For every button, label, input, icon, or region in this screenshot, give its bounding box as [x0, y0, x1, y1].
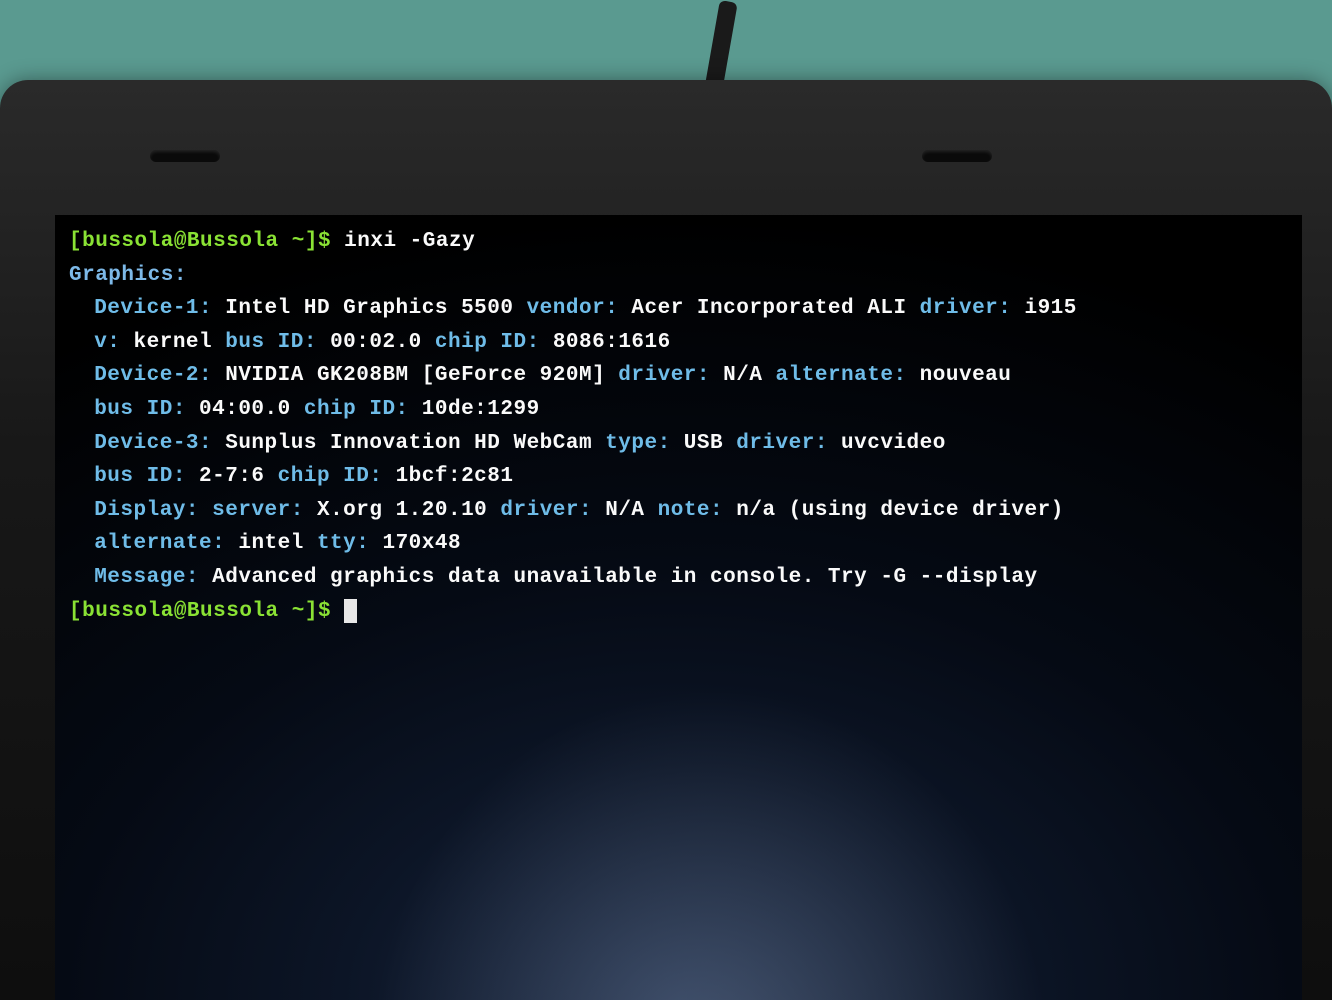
prompt2-path: ~: [279, 600, 305, 623]
v-value: kernel: [120, 331, 225, 354]
terminal-screen[interactable]: [bussola@Bussola ~]$ inxi -Gazy Graphics…: [55, 215, 1302, 1000]
chipid-key-3: chip ID:: [278, 465, 383, 488]
prompt-bracket-close: ]$: [305, 230, 344, 253]
chipid-value-3: 1bcf:2c81: [382, 465, 513, 488]
display-label: Display:: [94, 499, 199, 522]
tty-value: 170x48: [369, 532, 461, 555]
device-1-line-2: v: kernel bus ID: 00:02.0 chip ID: 8086:…: [69, 326, 1288, 360]
alternate-value: nouveau: [907, 364, 1012, 387]
prompt2-userhost: bussola@Bussola: [82, 600, 279, 623]
alternate-value-2: intel: [225, 532, 317, 555]
note-value: n/a (using device driver): [723, 499, 1064, 522]
driver-value-4: N/A: [592, 499, 658, 522]
device-2-name: NVIDIA GK208BM [GeForce 920M]: [212, 364, 618, 387]
prompt2-bracket-close: ]$: [305, 600, 344, 623]
cursor-icon: [344, 599, 357, 622]
driver-value: i915: [1011, 297, 1077, 320]
busid-key-2: bus ID:: [94, 398, 186, 421]
prompt-bracket-open: [: [69, 230, 82, 253]
display-line-1: Display: server: X.org 1.20.10 driver: N…: [69, 494, 1288, 528]
chipid-value: 8086:1616: [540, 331, 671, 354]
driver-key-2: driver:: [618, 364, 710, 387]
command-text: inxi -Gazy: [344, 230, 475, 253]
alternate-key: alternate:: [776, 364, 907, 387]
busid-value: 00:02.0: [317, 331, 435, 354]
busid-value-2: 04:00.0: [186, 398, 304, 421]
device-1-label: Device-1:: [94, 297, 212, 320]
message-line: Message: Advanced graphics data unavaila…: [69, 561, 1288, 595]
v-key: v:: [94, 331, 120, 354]
chipid-key-2: chip ID:: [304, 398, 409, 421]
driver-value-2: N/A: [710, 364, 776, 387]
vendor-value: Acer Incorporated ALI: [618, 297, 919, 320]
type-key: type:: [605, 432, 671, 455]
device-3-line-2: bus ID: 2-7:6 chip ID: 1bcf:2c81: [69, 460, 1288, 494]
tty-key: tty:: [317, 532, 369, 555]
vendor-key: vendor:: [527, 297, 619, 320]
prompt-line-2[interactable]: [bussola@Bussola ~]$: [69, 595, 1288, 629]
server-value: X.org 1.20.10: [304, 499, 501, 522]
message-label: Message:: [94, 566, 199, 589]
busid-value-3: 2-7:6: [186, 465, 278, 488]
screen-glare: [367, 686, 1053, 1000]
bezel-slot-left: [150, 150, 220, 162]
device-2-line-1: Device-2: NVIDIA GK208BM [GeForce 920M] …: [69, 359, 1288, 393]
note-key: note:: [658, 499, 724, 522]
driver-key: driver:: [920, 297, 1012, 320]
display-line-2: alternate: intel tty: 170x48: [69, 527, 1288, 561]
driver-key-4: driver:: [500, 499, 592, 522]
device-2-label: Device-2:: [94, 364, 212, 387]
device-3-label: Device-3:: [94, 432, 212, 455]
prompt2-bracket-open: [: [69, 600, 82, 623]
device-3-line-1: Device-3: Sunplus Innovation HD WebCam t…: [69, 427, 1288, 461]
prompt-userhost: bussola@Bussola: [82, 230, 279, 253]
alternate-key-2: alternate:: [94, 532, 225, 555]
graphics-header: Graphics:: [69, 264, 187, 287]
message-text: Advanced graphics data unavailable in co…: [199, 566, 1038, 589]
prompt-line-1: [bussola@Bussola ~]$ inxi -Gazy: [69, 225, 1288, 259]
bezel-slot-right: [922, 150, 992, 162]
prompt-path: ~: [279, 230, 305, 253]
busid-key-3: bus ID:: [94, 465, 186, 488]
server-key: server:: [199, 499, 304, 522]
type-value: USB: [671, 432, 737, 455]
section-header: Graphics:: [69, 259, 1288, 293]
device-1-line-1: Device-1: Intel HD Graphics 5500 vendor:…: [69, 292, 1288, 326]
device-1-name: Intel HD Graphics 5500: [212, 297, 526, 320]
laptop-bezel: [bussola@Bussola ~]$ inxi -Gazy Graphics…: [0, 80, 1332, 1000]
driver-value-3: uvcvideo: [828, 432, 946, 455]
driver-key-3: driver:: [736, 432, 828, 455]
busid-key: bus ID:: [225, 331, 317, 354]
chipid-key: chip ID:: [435, 331, 540, 354]
chipid-value-2: 10de:1299: [409, 398, 540, 421]
device-3-name: Sunplus Innovation HD WebCam: [212, 432, 605, 455]
device-2-line-2: bus ID: 04:00.0 chip ID: 10de:1299: [69, 393, 1288, 427]
